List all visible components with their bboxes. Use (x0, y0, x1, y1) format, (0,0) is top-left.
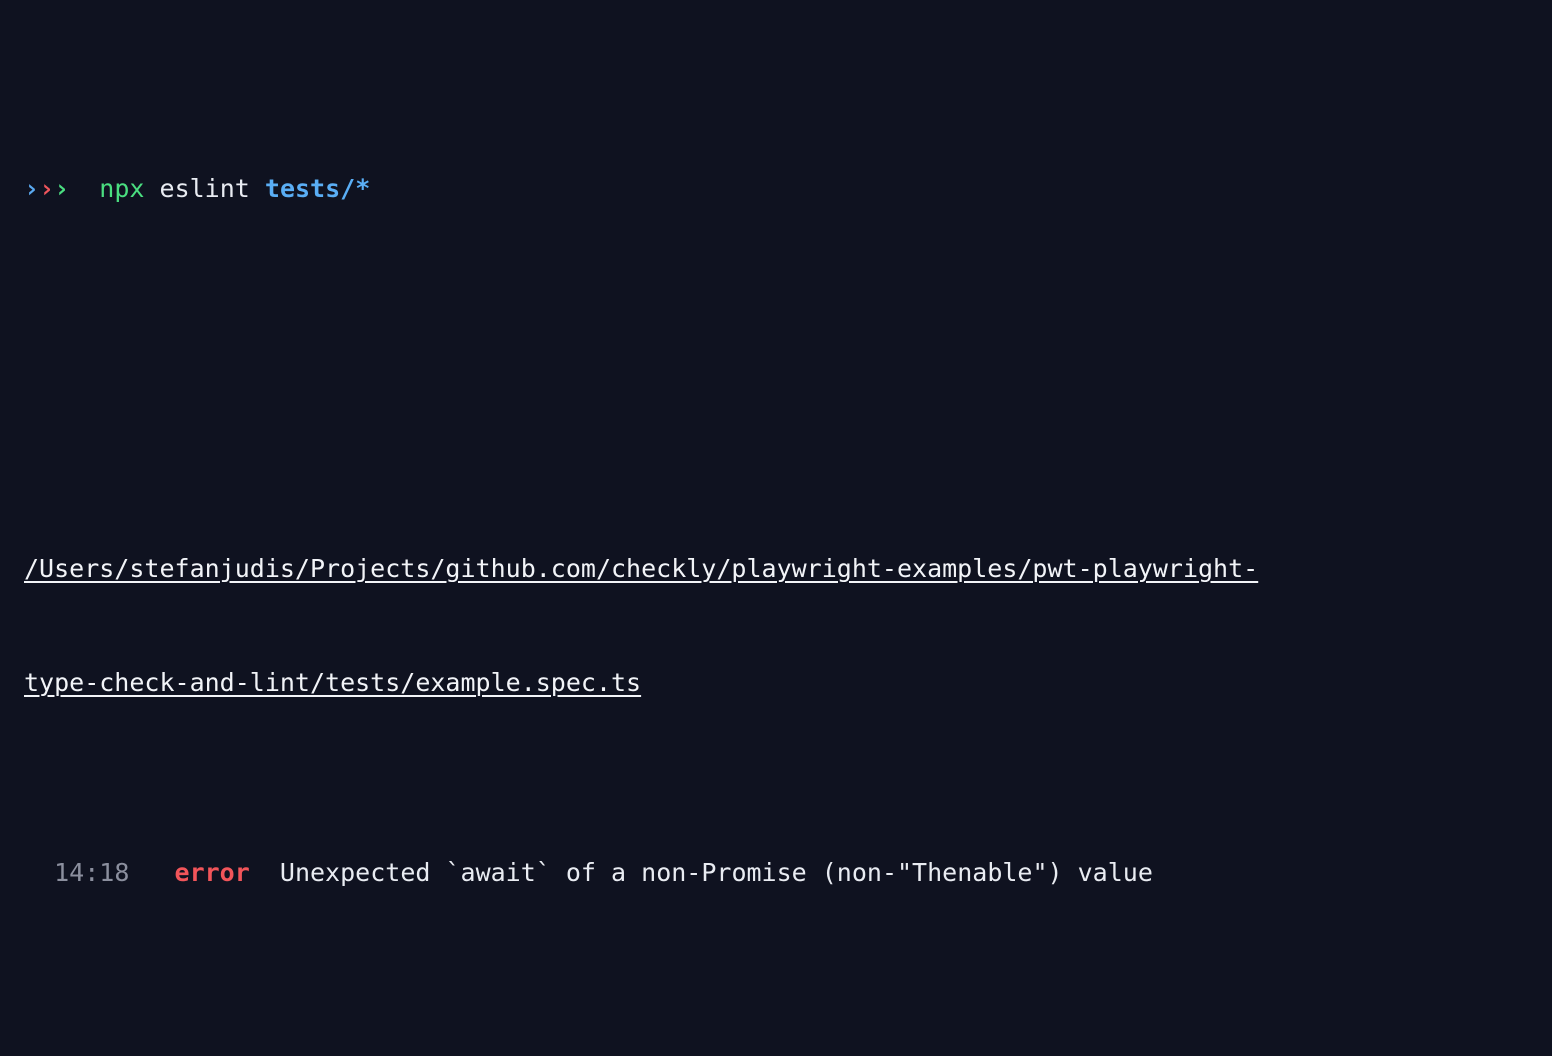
problem-1-indent (24, 858, 54, 887)
command-binary: npx (99, 174, 145, 203)
command-argument: tests/* (264, 174, 371, 203)
prompt-chevron-1-icon: › (24, 174, 40, 203)
prompt-chevron-3-icon: › (54, 174, 70, 203)
lint-file-path-line-2[interactable]: type-check-and-lint/tests/example.spec.t… (0, 664, 1552, 702)
terminal-window: ››› npx eslint tests/* /Users/stefanjudi… (0, 0, 1552, 887)
problem-1-gap-2 (250, 858, 280, 887)
prompt-chevron-2-icon: › (39, 174, 55, 203)
problem-1-severity: error (174, 858, 250, 887)
file-path-part-1[interactable]: /Users/stefanjudis/Projects/github.com/c… (24, 554, 1258, 583)
problem-1-location: 14:18 (54, 858, 130, 887)
command-spacer-1 (144, 174, 159, 203)
prompt-spacer (69, 174, 99, 203)
lint-problem-row-1: 14:18 error Unexpected `await` of a non-… (0, 854, 1552, 892)
command-spacer-2 (250, 174, 265, 203)
problem-1-message: Unexpected `await` of a non-Promise (non… (279, 858, 1153, 887)
lint-file-path-line-1[interactable]: /Users/stefanjudis/Projects/github.com/c… (0, 550, 1552, 588)
command-prompt-line: ››› npx eslint tests/* (0, 170, 1552, 208)
command-name: eslint (159, 174, 250, 203)
problem-1-gap-1 (129, 858, 174, 887)
file-path-part-2[interactable]: type-check-and-lint/tests/example.spec.t… (24, 668, 641, 697)
